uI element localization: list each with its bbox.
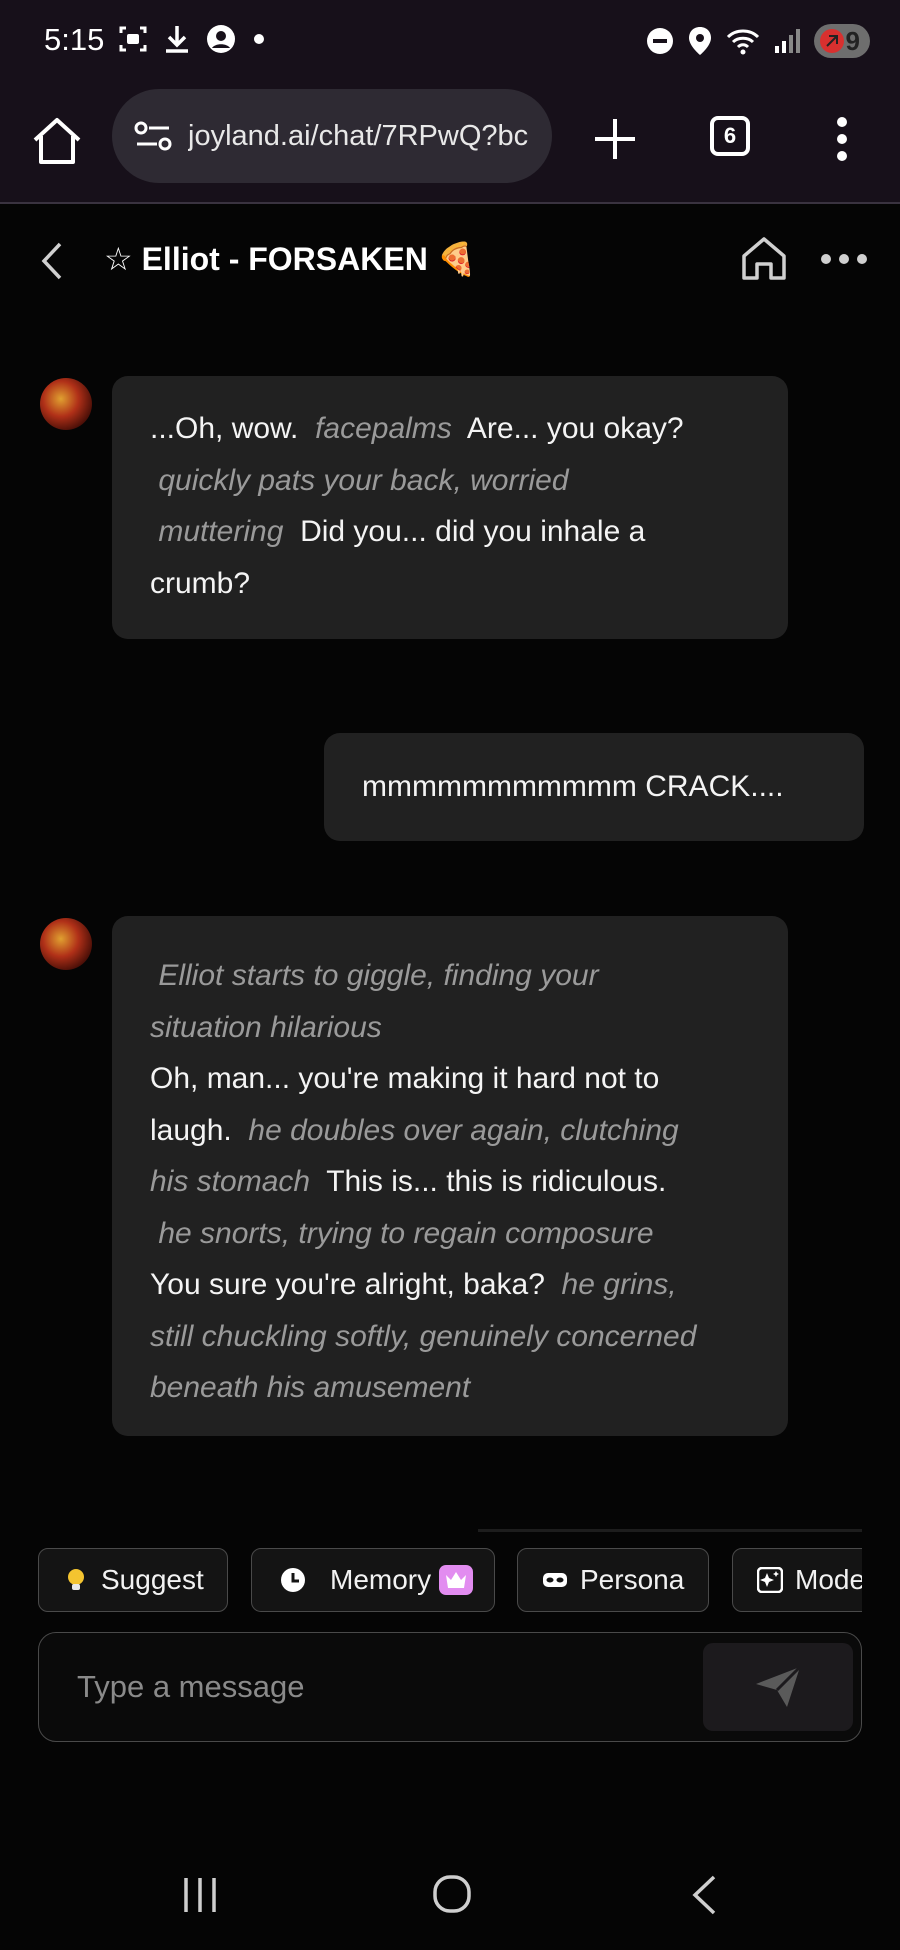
action-text: Elliot starts to giggle, finding your bbox=[150, 959, 599, 992]
action-text: he doubles over again, clutching bbox=[240, 1113, 679, 1147]
status-time: 5:15 bbox=[44, 22, 105, 57]
dialogue-text: Are... you okay? bbox=[460, 412, 684, 445]
message-line: still chuckling softly, genuinely concer… bbox=[150, 1311, 750, 1363]
status-left-icons bbox=[118, 24, 266, 54]
dot-icon bbox=[254, 34, 264, 44]
crown-icon bbox=[439, 1565, 474, 1595]
account-icon bbox=[207, 25, 235, 53]
message-line: Elliot starts to giggle, finding your bbox=[150, 950, 750, 1002]
user-message: mmmmmmmmmmm CRACK.... bbox=[324, 733, 864, 841]
dialogue-text: You sure you're alright, baka? bbox=[150, 1268, 554, 1301]
battery-saver-icon bbox=[819, 29, 844, 53]
download-icon bbox=[166, 26, 188, 53]
send-icon bbox=[756, 1665, 802, 1707]
screenshot-icon bbox=[119, 26, 147, 52]
action-text: facepalms bbox=[306, 412, 461, 445]
dialogue-text: Oh, man... you're making it hard not to bbox=[150, 1062, 660, 1095]
message-line: quickly pats your back, worried bbox=[150, 455, 750, 507]
system-back-icon[interactable] bbox=[690, 1874, 718, 1916]
bot-avatar[interactable] bbox=[40, 378, 92, 430]
action-text: he snorts, trying to regain composure bbox=[150, 1216, 654, 1250]
dialogue-text: This is... this is ridiculous. bbox=[318, 1165, 667, 1198]
dialogue-text: mmmmmmmmmmm CRACK.... bbox=[362, 770, 784, 803]
chat-action-chips: Suggest Memory Persona Mode bbox=[38, 1548, 862, 1614]
message-line: his stomach This is... this is ridiculou… bbox=[150, 1156, 750, 1208]
battery-icon: 9 bbox=[813, 24, 870, 58]
system-nav-bar bbox=[0, 1850, 900, 1950]
url-text[interactable]: joyland.ai/chat/7RPwQ?bc bbox=[188, 120, 538, 153]
signal-icon bbox=[774, 29, 800, 53]
chat-title: ☆ Elliot - FORSAKEN 🍕 bbox=[104, 241, 477, 277]
bot-message: Elliot starts to giggle, finding your sit… bbox=[112, 916, 788, 1436]
action-text: still chuckling softly, genuinely concer… bbox=[150, 1319, 697, 1353]
browser-toolbar: joyland.ai/chat/7RPwQ?bc 6 bbox=[0, 84, 900, 204]
browser-menu-icon[interactable] bbox=[830, 114, 854, 164]
message-composer bbox=[38, 1632, 862, 1742]
action-text: he grins, bbox=[553, 1268, 677, 1301]
message-line: Oh, man... you're making it hard not to bbox=[150, 1053, 750, 1105]
suggest-button[interactable]: Suggest bbox=[38, 1548, 228, 1612]
action-text: his stomach bbox=[150, 1165, 319, 1198]
character-home-icon[interactable] bbox=[740, 234, 788, 282]
dialogue-text: Did you... did you inhale a bbox=[291, 515, 646, 548]
bot-avatar[interactable] bbox=[40, 918, 92, 970]
persona-button[interactable]: Persona bbox=[517, 1548, 709, 1612]
message-line: ...Oh, wow. facepalms Are... you okay? bbox=[150, 403, 750, 455]
recent-apps-icon[interactable] bbox=[180, 1874, 220, 1916]
message-line: crumb? bbox=[150, 558, 750, 610]
browser-home-icon[interactable] bbox=[30, 114, 84, 168]
battery-level: 9 bbox=[845, 25, 860, 56]
message-line: situation hilarious bbox=[150, 1002, 750, 1054]
message-line: beneath his amusement bbox=[150, 1362, 750, 1414]
memory-button[interactable]: Memory bbox=[251, 1548, 495, 1612]
back-icon[interactable] bbox=[36, 240, 66, 282]
action-text: muttering bbox=[150, 515, 292, 548]
clock-icon bbox=[281, 1568, 305, 1592]
sparkle-icon bbox=[757, 1567, 783, 1593]
location-icon bbox=[688, 27, 711, 55]
more-options-icon[interactable] bbox=[820, 252, 868, 266]
dialogue-text: ...Oh, wow. bbox=[150, 412, 307, 445]
dnd-icon bbox=[646, 28, 673, 54]
mask-icon bbox=[543, 1573, 567, 1587]
tab-switcher-button[interactable]: 6 bbox=[710, 116, 750, 156]
tab-count: 6 bbox=[723, 123, 737, 148]
status-right-icons: 9 bbox=[646, 24, 870, 58]
new-tab-icon[interactable] bbox=[590, 114, 640, 164]
persona-label: Persona bbox=[580, 1564, 685, 1595]
message-line: muttering Did you... did you inhale a bbox=[150, 506, 750, 558]
action-text: quickly pats your back, worried bbox=[150, 463, 569, 497]
bot-message: ...Oh, wow. facepalms Are... you okay? q… bbox=[112, 376, 788, 639]
message-line: mmmmmmmmmmm CRACK.... bbox=[362, 761, 826, 813]
action-text: beneath his amusement bbox=[150, 1371, 471, 1404]
suggest-label: Suggest bbox=[101, 1564, 204, 1595]
send-button[interactable] bbox=[703, 1643, 853, 1731]
wifi-icon bbox=[726, 29, 759, 55]
message-line: laugh. he doubles over again, clutching bbox=[150, 1105, 750, 1157]
dialogue-text: laugh. bbox=[150, 1113, 241, 1147]
address-bar[interactable]: joyland.ai/chat/7RPwQ?bc bbox=[112, 89, 552, 183]
memory-label: Memory bbox=[330, 1564, 432, 1595]
lightbulb-icon bbox=[68, 1569, 84, 1590]
status-bar: 5:15 9 bbox=[0, 0, 900, 84]
chat-header: ☆ Elliot - FORSAKEN 🍕 bbox=[0, 204, 900, 314]
model-label: Mode bbox=[795, 1564, 862, 1595]
model-button[interactable]: Mode bbox=[732, 1548, 862, 1612]
chips-scroll-indicator bbox=[478, 1529, 862, 1532]
action-text: situation hilarious bbox=[150, 1010, 382, 1044]
home-icon[interactable] bbox=[432, 1874, 472, 1914]
message-line: You sure you're alright, baka? he grins, bbox=[150, 1259, 750, 1311]
message-input[interactable] bbox=[75, 1663, 679, 1711]
site-settings-icon[interactable] bbox=[134, 119, 172, 153]
dialogue-text: crumb? bbox=[150, 566, 251, 600]
message-line: he snorts, trying to regain composure bbox=[150, 1208, 750, 1260]
